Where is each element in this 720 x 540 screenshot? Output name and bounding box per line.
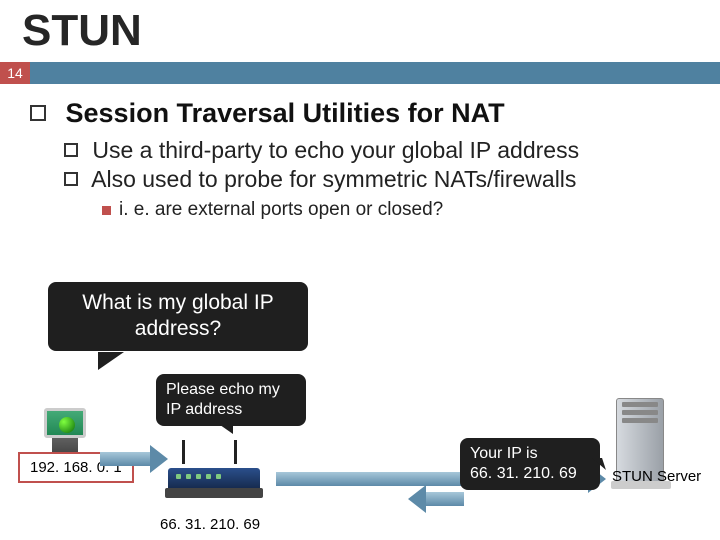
response-line1: Your IP is <box>470 445 538 462</box>
arrow-client-to-router <box>100 450 168 468</box>
arrow-server-to-router <box>408 490 464 508</box>
request-bubble-tail <box>213 420 233 434</box>
response-line2: 66. 31. 210. 69 <box>470 465 577 482</box>
stun-server-label: STUN Server <box>612 468 701 485</box>
diagram: What is my global IP address? 192. 168. … <box>18 290 708 530</box>
router-icon <box>168 460 268 512</box>
header-accent <box>30 62 720 84</box>
thought-bubble-tail <box>98 352 124 370</box>
router-public-ip: 66. 31. 210. 69 <box>160 516 260 533</box>
bullet-also-rest: used to probe for symmetric NATs/firewal… <box>136 166 577 192</box>
heading-level1: Session Traversal Utilities for NAT <box>30 98 690 129</box>
thought-bubble: What is my global IP address? <box>48 282 308 351</box>
bullet-use: Use a third-party to echo your global IP… <box>64 137 690 164</box>
request-bubble: Please echo my IP address <box>156 374 306 426</box>
bullet-use-prefix: Use <box>92 137 133 163</box>
slide-title: STUN <box>0 0 720 58</box>
bullet-also: Also used to probe for symmetric NATs/fi… <box>64 166 690 193</box>
response-bubble: Your IP is 66. 31. 210. 69 <box>460 438 600 490</box>
bullet-ie: i. e. are external ports open or closed? <box>102 199 690 221</box>
header-bar: 14 <box>0 62 720 84</box>
bullet-use-rest: a third-party to echo your global IP add… <box>133 137 579 163</box>
content-area: Session Traversal Utilities for NAT Use … <box>0 84 720 221</box>
bullet-also-prefix: Also <box>91 166 136 192</box>
heading-text: Session Traversal Utilities for NAT <box>66 98 505 128</box>
slide-number: 14 <box>0 62 30 84</box>
